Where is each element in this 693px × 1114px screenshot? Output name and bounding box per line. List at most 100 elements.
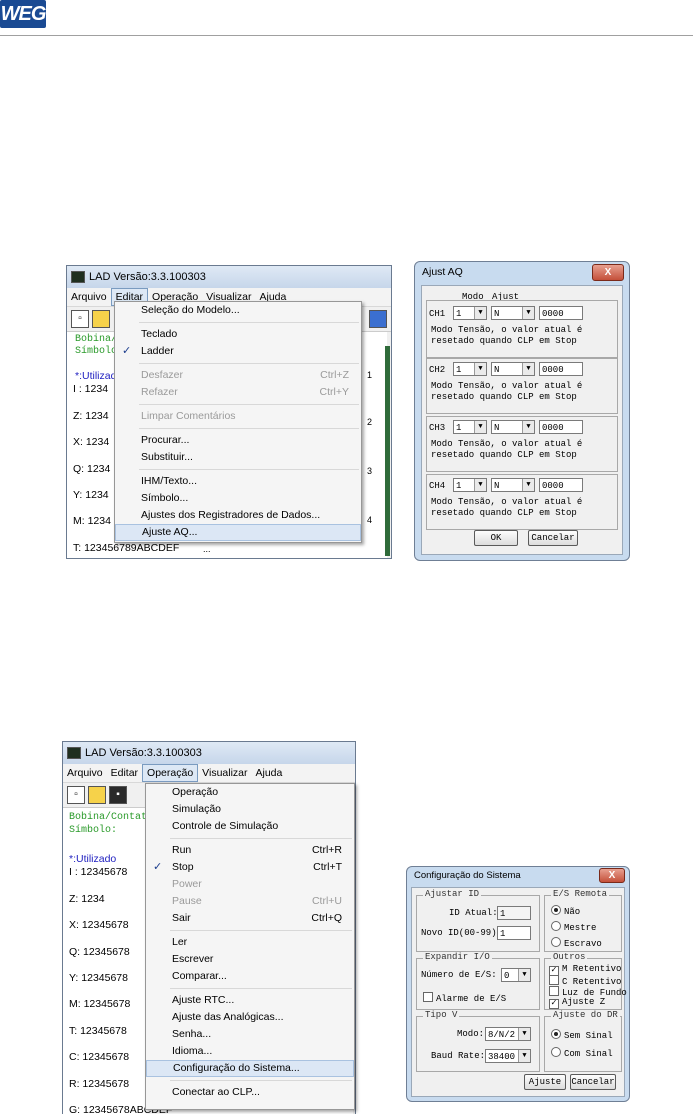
menu-visualizar[interactable]: Visualizar [198, 765, 251, 781]
ajust-aq-titlebar: Ajust AQ X [415, 262, 629, 282]
ok-button[interactable]: OK [474, 530, 518, 546]
select-value: 0 [504, 971, 510, 981]
menu-operacao[interactable]: Operação [142, 764, 199, 782]
adjust-select[interactable]: N ▼ [491, 420, 535, 434]
note-line1: Modo Tensão, o valor atual é [431, 497, 583, 507]
menu-arquivo[interactable]: Arquivo [63, 765, 107, 781]
menu-item-ajuste-das-analogicas[interactable]: Ajuste das Analógicas... [146, 1009, 354, 1026]
id-atual-field: 1 [497, 906, 531, 920]
mode-select[interactable]: 1 ▼ [453, 362, 487, 376]
symbol-row: T: 12345678 [69, 1025, 127, 1037]
menu-item-procurar[interactable]: Procurar... [115, 432, 361, 449]
radio-sem-sinal[interactable]: Sem Sinal [551, 1029, 613, 1042]
mode-select[interactable]: 1 ▼ [453, 306, 487, 320]
save-icon[interactable]: ▪ [109, 786, 127, 804]
radio-label: Sem Sinal [564, 1031, 613, 1041]
menu-item-simulacao[interactable]: Simulação [146, 801, 354, 818]
group-ajustar-id: Ajustar ID ID Atual: 1 Novo ID(00-99): 1 [416, 889, 540, 952]
menu-item-label: Substituir... [141, 451, 193, 463]
baud-select[interactable]: 38400 ▼ [485, 1049, 531, 1063]
group-expandir: Expandir I/O Número de E/S: 0 ▼ Alarme de… [416, 952, 540, 1010]
menu-item-substituir[interactable]: Substituir... [115, 449, 361, 466]
menu-item-ihm-texto[interactable]: IHM/Texto... [115, 473, 361, 490]
num-es-select[interactable]: 0 ▼ [501, 968, 531, 982]
menu-arquivo[interactable]: Arquivo [67, 289, 111, 305]
open-folder-icon[interactable] [88, 786, 106, 804]
chevron-down-icon: ▼ [522, 363, 534, 375]
cancel-button[interactable]: Cancelar [570, 1074, 616, 1090]
menu-item-ladder[interactable]: ✓ Ladder [115, 343, 361, 360]
menu-ajuda[interactable]: Ajuda [252, 765, 287, 781]
adjust-select[interactable]: N ▼ [491, 478, 535, 492]
window-title: LAD Versão:3.3.100303 [89, 271, 206, 283]
note-line2: resetado quando CLP em Stop [431, 336, 577, 346]
menu-item-escrever[interactable]: Escrever [146, 951, 354, 968]
menu-item-senha[interactable]: Senha... [146, 1026, 354, 1043]
menu-item-configuracao-do-sistema[interactable]: Configuração do Sistema... [146, 1060, 354, 1077]
modo-select[interactable]: 8/N/2 ▼ [485, 1027, 531, 1041]
menu-item-label: Ler [172, 936, 188, 948]
adjust-select[interactable]: N ▼ [491, 306, 535, 320]
menu-item-sair[interactable]: Sair Ctrl+Q [146, 910, 354, 927]
menu-item-ajustes-dos-registradores-de-dados[interactable]: Ajustes dos Registradores de Dados... [115, 507, 361, 524]
menu-item-label: Ajuste RTC... [172, 994, 235, 1006]
menu-editar[interactable]: Editar [107, 765, 142, 781]
value-field[interactable]: 0000 [539, 362, 583, 376]
value-field[interactable]: 0000 [539, 478, 583, 492]
radio-nao[interactable]: Não [551, 905, 580, 918]
chevron-down-icon: ▼ [522, 421, 534, 433]
menu-item-conectar-ao-clp[interactable]: Conectar ao CLP... [146, 1084, 354, 1101]
menu-item-controle-de-simulacao[interactable]: Controle de Simulação [146, 818, 354, 835]
open-folder-icon[interactable] [92, 310, 110, 328]
menu-item-ajuste-aq[interactable]: Ajuste AQ... [115, 524, 361, 541]
menu-item-label: Controle de Simulação [172, 820, 279, 832]
mode-select[interactable]: 1 ▼ [453, 478, 487, 492]
menu-item-comparar[interactable]: Comparar... [146, 968, 354, 985]
menu-item-stop[interactable]: ✓ Stop Ctrl+T [146, 859, 354, 876]
row-x: X: 1234 [73, 436, 110, 448]
menu-item-label: IHM/Texto... [141, 475, 198, 487]
menu-item-simbolo[interactable]: Símbolo... [115, 490, 361, 507]
row-m: M: 1234 [73, 515, 111, 527]
value-field[interactable]: 0000 [539, 420, 583, 434]
menubar: Arquivo Editar Operação Visualizar Ajuda [63, 764, 355, 783]
panel-line1: Bobina/Contato [69, 812, 154, 823]
menu-item-ler[interactable]: Ler [146, 934, 354, 951]
check-ajuste-z[interactable]: ✓ Ajuste Z [549, 997, 605, 1009]
check-box [549, 975, 559, 985]
ajust-aq-body: Modo Ajust CH1 1 ▼ N ▼ 0000 Modo Tensão, o val… [421, 285, 623, 555]
value-field[interactable]: 0000 [539, 306, 583, 320]
menu-item-ajuste-rtc[interactable]: Ajuste RTC... [146, 992, 354, 1009]
operacao-dropdown: Operação Simulação Controle de Simulação Ru… [145, 783, 355, 1110]
radio-label: Com Sinal [564, 1049, 613, 1059]
check-alarme[interactable]: Alarme de E/S [423, 992, 506, 1005]
channel-group: CH4 1 ▼ N ▼ 0000 Modo Tensão, o valor atual ér… [426, 474, 618, 530]
menu-item-idioma[interactable]: Idioma... [146, 1043, 354, 1060]
menu-item-label: Seleção do Modelo... [141, 304, 240, 316]
select-value: 1 [456, 365, 462, 375]
select-value: 1 [456, 309, 462, 319]
menu-item-teclado[interactable]: Teclado [115, 326, 361, 343]
menu-separator [170, 930, 352, 931]
radio-com-sinal[interactable]: Com Sinal [551, 1047, 613, 1060]
mode-select[interactable]: 1 ▼ [453, 420, 487, 434]
menu-item-label: Operação [172, 786, 219, 798]
cancel-button[interactable]: Cancelar [528, 530, 578, 546]
close-icon[interactable]: X [592, 264, 624, 281]
close-icon[interactable]: X [599, 868, 625, 883]
novo-id-field[interactable]: 1 [497, 926, 531, 940]
menu-item-run[interactable]: Run Ctrl+R [146, 842, 354, 859]
radio-escravo[interactable]: Escravo [551, 937, 602, 950]
used-label: *:Utilizad [75, 370, 117, 382]
radio-mestre[interactable]: Mestre [551, 921, 596, 934]
new-file-icon[interactable]: ▫ [71, 310, 89, 328]
menu-item-label: Conectar ao CLP... [172, 1086, 260, 1098]
new-file-icon[interactable]: ▫ [67, 786, 85, 804]
menu-item-operacao[interactable]: Operação [146, 784, 354, 801]
lad-window-titlebar: LAD Versão:3.3.100303 [63, 742, 355, 764]
ajuste-button[interactable]: Ajuste [524, 1074, 566, 1090]
toolbar-right-icon[interactable] [369, 310, 387, 328]
adjust-select[interactable]: N ▼ [491, 362, 535, 376]
edge-digit-1: 1 [367, 370, 373, 380]
menu-item-selecao-do-modelo[interactable]: Seleção do Modelo... [115, 302, 361, 319]
